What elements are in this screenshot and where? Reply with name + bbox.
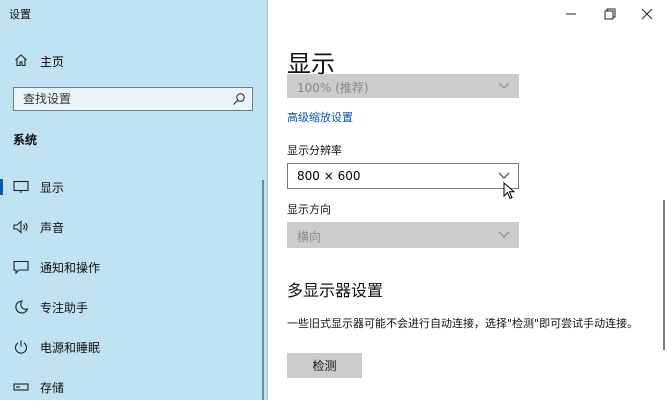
sidebar-item-focus-assist[interactable]: 专注助手 <box>0 290 262 324</box>
sidebar-item-label: 主页 <box>40 55 65 69</box>
chevron-down-icon <box>498 172 510 179</box>
window-title: 设置 <box>9 8 31 21</box>
chevron-down-icon <box>498 82 510 89</box>
sidebar-item-storage[interactable]: 存储 <box>0 370 262 404</box>
storage-icon <box>13 383 29 391</box>
home-icon <box>15 54 27 67</box>
monitor-icon <box>13 180 29 193</box>
main-scrollbar[interactable] <box>663 200 665 350</box>
search-input[interactable] <box>14 88 233 110</box>
sidebar: 设置 主页 系统 显示 声音 通知和操作 <box>0 0 268 400</box>
sidebar-item-display[interactable]: 显示 <box>0 170 262 204</box>
sidebar-item-label: 声音 <box>40 221 65 235</box>
orientation-value: 横向 <box>297 230 322 244</box>
detect-button[interactable]: 检测 <box>287 353 362 378</box>
speaker-icon <box>13 220 28 234</box>
sidebar-item-sound[interactable]: 声音 <box>0 210 262 244</box>
sidebar-scrollbar[interactable] <box>262 180 264 400</box>
power-icon <box>14 340 28 354</box>
close-icon[interactable] <box>637 6 657 22</box>
restore-icon[interactable] <box>599 6 619 22</box>
sidebar-item-label: 存储 <box>40 381 65 395</box>
chevron-down-icon <box>498 231 510 238</box>
sidebar-item-label: 显示 <box>40 181 65 195</box>
search-icon[interactable] <box>232 92 246 106</box>
selection-indicator <box>0 179 3 195</box>
multi-display-heading: 多显示器设置 <box>287 281 384 300</box>
sidebar-item-label: 专注助手 <box>40 301 89 315</box>
sidebar-item-power-sleep[interactable]: 电源和睡眠 <box>0 330 262 364</box>
mouse-cursor-icon <box>503 182 515 200</box>
scale-value: 100% (推荐) <box>297 81 369 95</box>
orientation-label: 显示方向 <box>287 203 331 216</box>
sidebar-item-notifications[interactable]: 通知和操作 <box>0 250 262 284</box>
main-pane: 显示 100% (推荐) 高级缩放设置 显示分辨率 800 × 600 显示方向… <box>268 0 667 400</box>
sidebar-item-home[interactable]: 主页 <box>0 48 268 74</box>
resolution-label: 显示分辨率 <box>287 144 342 157</box>
minimize-icon[interactable] <box>561 6 581 22</box>
notification-icon <box>13 260 29 274</box>
sidebar-item-label: 电源和睡眠 <box>40 341 101 355</box>
scale-dropdown[interactable]: 100% (推荐) <box>287 74 519 98</box>
resolution-value: 800 × 600 <box>297 169 361 183</box>
resolution-dropdown[interactable]: 800 × 600 <box>287 163 519 189</box>
search-box[interactable] <box>13 87 253 111</box>
moon-icon <box>15 300 29 314</box>
advanced-scaling-link[interactable]: 高级缩放设置 <box>287 109 353 125</box>
sidebar-item-label: 通知和操作 <box>40 261 101 275</box>
multi-display-description: 一些旧式显示器可能不会进行自动连接，选择"检测"即可尝试手动连接。 <box>287 317 639 330</box>
section-label-system: 系统 <box>13 133 38 147</box>
orientation-dropdown[interactable]: 横向 <box>287 222 519 248</box>
